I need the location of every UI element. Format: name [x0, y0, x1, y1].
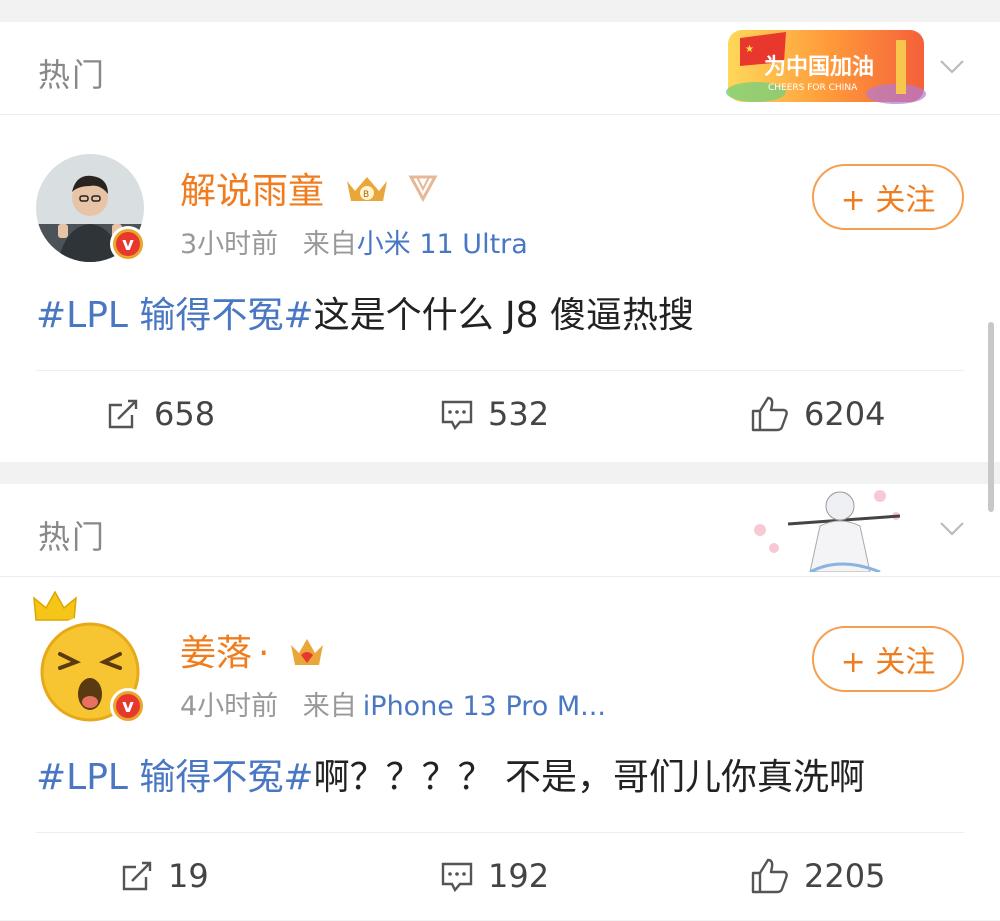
source-prefix: 来自 [302, 229, 357, 260]
post: v 姜落 · 4小时前 来自 iPhone 13 Pro M... + 关注 #LP… [0, 576, 1000, 836]
post-meta: 4小时前 来自 iPhone 13 Pro M... [180, 684, 606, 723]
feed-card: 热门 v 姜落 · 4小时前 来自 iPhone 13 Pro M... + 关… [0, 484, 1000, 920]
post-body: 这是个什么 J8 傻逼热搜 [313, 295, 695, 336]
post-time: 3小时前 [180, 229, 279, 260]
comment-count: 192 [488, 857, 550, 895]
cheers-for-china-banner: ★ 为中国加油 CHEERS FOR CHINA [726, 30, 926, 104]
section-label: 热门 [38, 56, 107, 94]
trophy-badge-icon [408, 175, 438, 203]
hot-section-header: 热门 [0, 484, 1000, 577]
svg-text:★: ★ [745, 44, 754, 55]
anime-character-banner [754, 490, 901, 572]
like-count: 6204 [804, 395, 886, 433]
hot-section-header: 热门 ★ 为中国加油 CHEERS FOR CHINA [0, 22, 1000, 115]
section-label: 热门 [38, 518, 107, 556]
comment-button[interactable]: 192 [440, 857, 549, 895]
crown-badge-icon [290, 639, 323, 665]
post-meta: 3小时前 来自小米 11 Ultra [180, 222, 528, 261]
hashtag-link[interactable]: #LPL 输得不冤# [36, 757, 314, 798]
post-time: 4小时前 [180, 691, 279, 722]
follow-button[interactable]: + 关注 [812, 626, 964, 692]
post-actions: 658 532 6204 [36, 370, 964, 459]
crown-badge-icon: B [347, 177, 388, 201]
comment-icon [441, 862, 473, 893]
repost-button[interactable]: 658 [106, 395, 215, 433]
scrollbar[interactable] [988, 322, 994, 512]
verified-badge-icon: v [110, 226, 146, 262]
username[interactable]: 解说雨童 B [180, 162, 441, 214]
verified-badge-icon: v [110, 688, 146, 724]
like-icon [751, 396, 788, 432]
comment-count: 532 [488, 395, 550, 433]
like-count: 2205 [804, 857, 886, 895]
post-source[interactable]: iPhone 13 Pro M... [363, 691, 606, 722]
svg-text:为中国加油: 为中国加油 [764, 55, 874, 80]
hashtag-link[interactable]: #LPL 输得不冤# [36, 295, 314, 336]
post-actions: 19 192 2205 [36, 832, 964, 921]
username[interactable]: 姜落 · [180, 624, 327, 676]
repost-icon [108, 399, 138, 429]
like-icon [751, 858, 788, 894]
comment-button[interactable]: 532 [440, 395, 549, 433]
svg-text:CHEERS FOR CHINA: CHEERS FOR CHINA [768, 83, 858, 93]
repost-button[interactable]: 19 [120, 857, 209, 895]
post-body: 啊？？？？ 不是，哥们儿你真洗啊 [313, 757, 866, 798]
chevron-down-icon[interactable] [938, 514, 966, 542]
post: v 解说雨童 B 3小时前 来自小米 11 Ultra + 关注 #LPL 输得… [0, 114, 1000, 374]
follow-button[interactable]: + 关注 [812, 164, 964, 230]
comment-icon [441, 400, 473, 431]
post-text: #LPL 输得不冤#这是个什么 J8 傻逼热搜 [36, 286, 694, 338]
post-text: #LPL 输得不冤#啊？？？？ 不是，哥们儿你真洗啊 [36, 748, 865, 800]
source-prefix: 来自 [302, 691, 357, 722]
repost-count: 19 [168, 857, 209, 895]
chevron-down-icon[interactable] [938, 52, 966, 80]
username-suffix: · [258, 633, 270, 674]
feed-card: 热门 ★ 为中国加油 CHEERS FOR CHINA v 解说雨童 B 3小时… [0, 22, 1000, 462]
svg-text:B: B [363, 190, 369, 200]
like-button[interactable]: 2205 [750, 857, 885, 895]
repost-icon [122, 861, 152, 891]
top-gap [0, 0, 1000, 22]
post-source[interactable]: 小米 11 Ultra [357, 229, 528, 260]
repost-count: 658 [154, 395, 216, 433]
like-button[interactable]: 6204 [750, 395, 885, 433]
